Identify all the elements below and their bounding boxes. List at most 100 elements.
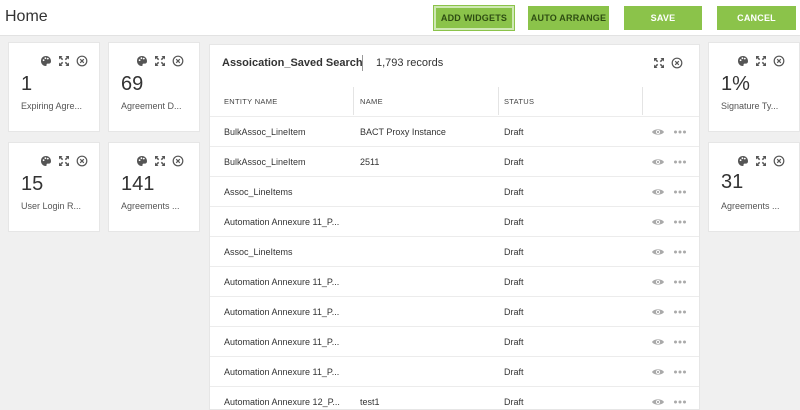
widget-card: 69 Agreement D... (108, 42, 200, 132)
expand-icon[interactable] (154, 155, 166, 167)
widget-value: 69 (121, 73, 144, 95)
column-divider (498, 87, 499, 115)
table-row[interactable]: Automation Annexure 11_P... Draft (210, 296, 699, 326)
eye-icon[interactable] (651, 396, 665, 408)
column-divider (642, 87, 643, 115)
eye-icon[interactable] (651, 186, 665, 198)
eye-icon[interactable] (651, 246, 665, 258)
palette-icon[interactable] (136, 155, 148, 167)
entity-name-cell: Automation Annexure 11_P... (224, 307, 340, 317)
column-header-entity-name[interactable]: ENTITY NAME (224, 97, 278, 106)
table-row[interactable]: Assoc_LineItems Draft (210, 236, 699, 266)
name-cell: test1 (360, 397, 380, 407)
more-icon[interactable] (673, 216, 687, 228)
auto-arrange-button[interactable]: AUTO ARRANGE (528, 6, 609, 30)
page-title: Home (5, 8, 48, 25)
column-header-name[interactable]: NAME (360, 97, 383, 106)
cancel-button[interactable]: CANCEL (717, 6, 796, 30)
palette-icon[interactable] (136, 55, 148, 67)
expand-icon[interactable] (58, 55, 70, 67)
widget-label: Expiring Agre... (21, 101, 83, 111)
top-bar: Home ADD WIDGETS AUTO ARRANGE SAVE CANCE… (0, 0, 800, 36)
expand-icon[interactable] (58, 155, 70, 167)
status-cell: Draft (504, 397, 524, 407)
close-circle-icon[interactable] (773, 155, 785, 167)
eye-icon[interactable] (651, 306, 665, 318)
more-icon[interactable] (673, 366, 687, 378)
close-circle-icon[interactable] (76, 155, 88, 167)
record-count: 1,793 records (376, 57, 444, 69)
widget-card: 141 Agreements ... (108, 142, 200, 232)
more-icon[interactable] (673, 186, 687, 198)
status-cell: Draft (504, 247, 524, 257)
palette-icon[interactable] (40, 155, 52, 167)
close-circle-icon[interactable] (76, 55, 88, 67)
status-cell: Draft (504, 217, 524, 227)
palette-icon[interactable] (737, 155, 749, 167)
widget-value: 31 (721, 171, 744, 193)
table-row[interactable]: Assoc_LineItems Draft (210, 176, 699, 206)
widget-label: Agreements ... (721, 201, 780, 211)
eye-icon[interactable] (651, 276, 665, 288)
entity-name-cell: Automation Annexure 12_P... (224, 397, 340, 407)
table-row[interactable]: Automation Annexure 11_P... Draft (210, 356, 699, 386)
eye-icon[interactable] (651, 366, 665, 378)
table-row[interactable]: Automation Annexure 12_P... test1 Draft (210, 386, 699, 409)
close-circle-icon[interactable] (671, 57, 683, 69)
table-row[interactable]: Automation Annexure 11_P... Draft (210, 206, 699, 236)
expand-icon[interactable] (755, 55, 767, 67)
table-row[interactable]: BulkAssoc_LineItem BACT Proxy Instance D… (210, 116, 699, 146)
widget-label: User Login R... (21, 201, 82, 211)
eye-icon[interactable] (651, 216, 665, 228)
expand-icon[interactable] (653, 57, 665, 69)
widget-value: 141 (121, 173, 155, 195)
entity-name-cell: BulkAssoc_LineItem (224, 127, 306, 137)
more-icon[interactable] (673, 396, 687, 408)
more-icon[interactable] (673, 276, 687, 288)
saved-search-panel: Assoication_Saved Search 1,793 records E… (209, 44, 700, 410)
eye-icon[interactable] (651, 156, 665, 168)
entity-name-cell: Assoc_LineItems (224, 187, 293, 197)
table-row[interactable]: Automation Annexure 11_P... Draft (210, 266, 699, 296)
widget-value: 1% (721, 73, 750, 95)
status-cell: Draft (504, 277, 524, 287)
add-widgets-button[interactable]: ADD WIDGETS (433, 5, 515, 31)
expand-icon[interactable] (154, 55, 166, 67)
more-icon[interactable] (673, 336, 687, 348)
widget-card: 1% Signature Ty... (708, 42, 800, 132)
title-divider (362, 55, 363, 71)
entity-name-cell: Automation Annexure 11_P... (224, 337, 340, 347)
status-cell: Draft (504, 307, 524, 317)
widget-value: 1 (21, 73, 33, 95)
entity-name-cell: Automation Annexure 11_P... (224, 277, 340, 287)
close-circle-icon[interactable] (172, 55, 184, 67)
widget-card: 31 Agreements ... (708, 142, 800, 232)
entity-name-cell: Automation Annexure 11_P... (224, 367, 340, 377)
column-header-status[interactable]: STATUS (504, 97, 534, 106)
eye-icon[interactable] (651, 126, 665, 138)
expand-icon[interactable] (755, 155, 767, 167)
status-cell: Draft (504, 127, 524, 137)
close-circle-icon[interactable] (773, 55, 785, 67)
widget-value: 15 (21, 173, 44, 195)
table-row[interactable]: Automation Annexure 11_P... Draft (210, 326, 699, 356)
table-row[interactable]: BulkAssoc_LineItem 2511 Draft (210, 146, 699, 176)
more-icon[interactable] (673, 126, 687, 138)
panel-title: Assoication_Saved Search (222, 57, 363, 69)
entity-name-cell: BulkAssoc_LineItem (224, 157, 306, 167)
more-icon[interactable] (673, 156, 687, 168)
palette-icon[interactable] (40, 55, 52, 67)
widget-label: Signature Ty... (721, 101, 779, 111)
entity-name-cell: Assoc_LineItems (224, 247, 293, 257)
status-cell: Draft (504, 337, 524, 347)
widget-label: Agreement D... (121, 101, 182, 111)
status-cell: Draft (504, 367, 524, 377)
more-icon[interactable] (673, 306, 687, 318)
save-button[interactable]: SAVE (624, 6, 702, 30)
more-icon[interactable] (673, 246, 687, 258)
eye-icon[interactable] (651, 336, 665, 348)
name-cell: 2511 (360, 157, 380, 167)
palette-icon[interactable] (737, 55, 749, 67)
status-cell: Draft (504, 157, 524, 167)
close-circle-icon[interactable] (172, 155, 184, 167)
